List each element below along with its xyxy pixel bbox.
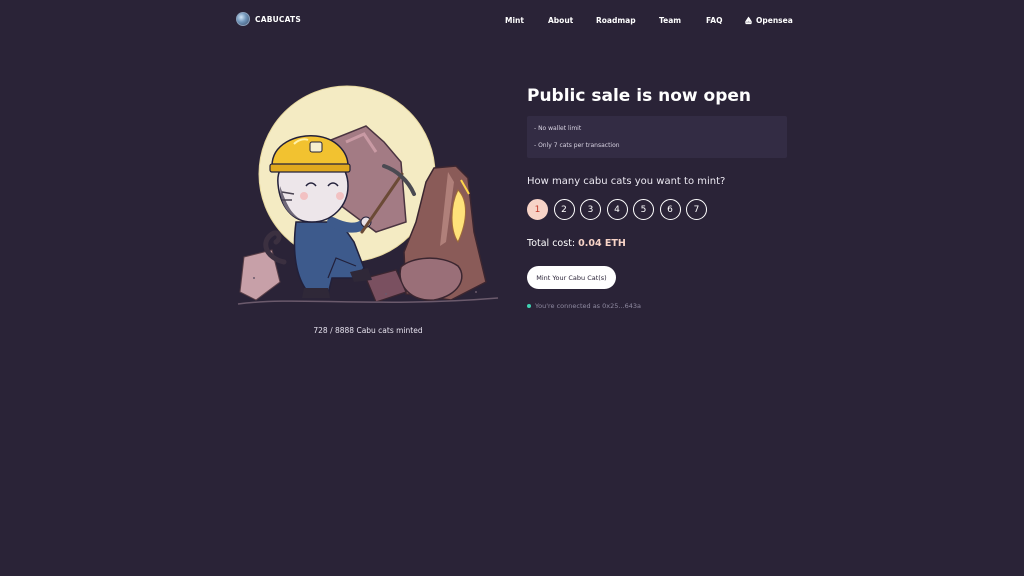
sale-note-wallet-limit: - No wallet limit (534, 125, 582, 132)
quantity-option-1[interactable]: 1 (527, 199, 548, 220)
connected-address-text: You're connected as 0x25...643a (535, 302, 641, 310)
opensea-label: Opensea (756, 16, 793, 25)
main-nav: Mint About Roadmap Team FAQ Opensea (0, 16, 1024, 28)
opensea-boat-icon (744, 16, 753, 25)
minted-count: 728 / 8888 Cabu cats minted (313, 326, 423, 335)
nav-team[interactable]: Team (659, 16, 681, 25)
miner-cat-illustration (236, 82, 500, 314)
quantity-option-5[interactable]: 5 (633, 199, 654, 220)
total-cost-label: Total cost: (527, 238, 576, 249)
sale-note-per-transaction: - Only 7 cats per transaction (534, 142, 620, 149)
quantity-option-2[interactable]: 2 (553, 199, 575, 220)
wallet-connection-status: You're connected as 0x25...643a (527, 302, 641, 310)
mint-button[interactable]: Mint Your Cabu Cat(s) (527, 266, 616, 289)
quantity-option-6[interactable]: 6 (659, 199, 681, 220)
nav-about[interactable]: About (548, 16, 573, 25)
nav-roadmap[interactable]: Roadmap (596, 16, 636, 25)
sale-title: Public sale is now open (527, 86, 751, 106)
total-cost-value: 0.04 ETH (578, 238, 626, 249)
total-cost: Total cost: 0.04 ETH (527, 238, 626, 249)
quantity-selector: 1 2 3 4 5 6 7 (527, 199, 707, 220)
quantity-question: How many cabu cats you want to mint? (527, 176, 726, 187)
connected-status-dot-icon (527, 304, 531, 308)
quantity-option-7[interactable]: 7 (686, 199, 707, 220)
nav-mint[interactable]: Mint (505, 16, 524, 25)
sale-info-box: - No wallet limit - Only 7 cats per tran… (527, 116, 787, 158)
nav-faq[interactable]: FAQ (706, 16, 722, 25)
quantity-option-4[interactable]: 4 (606, 199, 628, 220)
quantity-option-3[interactable]: 3 (580, 199, 601, 220)
nav-opensea[interactable]: Opensea (744, 16, 793, 25)
